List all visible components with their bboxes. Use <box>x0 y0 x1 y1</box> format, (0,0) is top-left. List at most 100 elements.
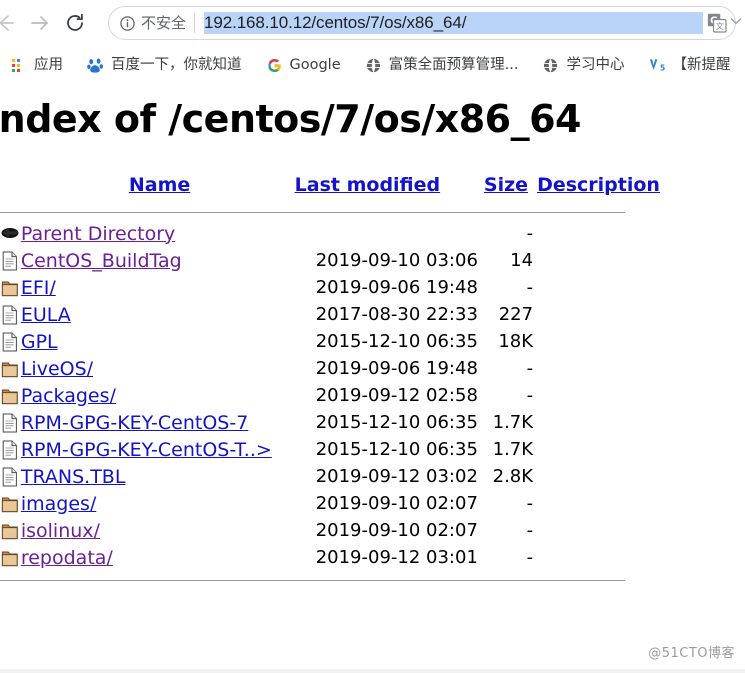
row-name-cell: Packages/ <box>21 382 295 409</box>
row-date-cell: 2019-09-12 03:01 <box>315 547 478 568</box>
url-text[interactable]: 192.168.10.12/centos/7/os/x86_64/ <box>204 12 703 34</box>
row-description-cell <box>533 463 660 490</box>
address-bar[interactable]: 不安全 192.168.10.12/centos/7/os/x86_64/ G … <box>108 6 736 40</box>
row-description-cell <box>533 355 660 382</box>
file-link[interactable]: Packages/ <box>21 385 116 407</box>
folder-icon <box>1 497 18 512</box>
bookmark-label: 学习中心 <box>566 56 625 73</box>
bookmark-apps[interactable]: 应用 <box>4 52 69 78</box>
file-link[interactable]: RPM-GPG-KEY-CentOS-7 <box>21 412 248 434</box>
table-row[interactable]: GPL 2015-12-10 06:35 18K <box>0 328 660 355</box>
bookmark-label: 【新提醒 <box>672 56 731 73</box>
row-size-cell: - <box>526 493 534 514</box>
file-link[interactable]: Parent Directory <box>21 223 175 245</box>
back-arrow-icon <box>0 15 14 31</box>
bookmark-baidu[interactable]: 百度一下，你就知道 <box>81 52 248 78</box>
bookmark-label: 富策全面预算管理... <box>388 56 519 73</box>
row-name-cell: CentOS_BuildTag <box>21 247 295 274</box>
bookmark-google[interactable]: Google <box>260 52 347 78</box>
watermark: @51CTO博客 <box>648 646 735 661</box>
text-file-icon <box>2 332 17 351</box>
row-name-cell: RPM-GPG-KEY-CentOS-7 <box>21 409 295 436</box>
bookmark-v5-forum[interactable]: 5 【新提醒 <box>642 52 736 78</box>
row-icon-cell <box>0 247 21 274</box>
table-row[interactable]: EULA 2017-08-30 22:33 227 <box>0 301 660 328</box>
security-indicator[interactable]: 不安全 <box>119 13 196 33</box>
security-status-text: 不安全 <box>141 13 187 32</box>
table-row[interactable]: EFI/2019-09-06 19:48 - <box>0 274 660 301</box>
row-name-cell: repodata/ <box>21 544 295 571</box>
row-date-cell: 2019-09-06 19:48 <box>315 358 478 379</box>
text-file-icon <box>2 251 17 270</box>
row-size-cell: 1.7K <box>492 412 534 433</box>
horizontal-scrollbar[interactable] <box>0 669 745 673</box>
row-date-cell: 2019-09-10 02:07 <box>315 493 478 514</box>
bookmark-study-center[interactable]: 学习中心 <box>536 52 630 78</box>
table-row[interactable]: Parent Directory - <box>0 220 660 247</box>
bookmark-label: Google <box>289 56 341 73</box>
google-icon <box>267 58 281 72</box>
file-link[interactable]: LiveOS/ <box>21 358 93 380</box>
header-size: Size <box>484 174 533 206</box>
row-name-cell: GPL <box>21 328 295 355</box>
file-link[interactable]: images/ <box>21 493 96 515</box>
row-size-cell: 18K <box>498 331 534 352</box>
folder-icon <box>1 551 18 566</box>
globe-icon <box>366 58 380 72</box>
file-link[interactable]: EFI/ <box>21 277 56 299</box>
forward-button[interactable] <box>24 8 54 38</box>
table-row[interactable]: isolinux/2019-09-10 02:07 - <box>0 517 660 544</box>
row-size-cell: - <box>526 385 534 406</box>
file-link[interactable]: isolinux/ <box>21 520 100 542</box>
row-description-cell <box>533 274 660 301</box>
row-size-cell: 1.7K <box>492 439 534 460</box>
header-divider-cell <box>0 206 660 220</box>
table-row[interactable]: LiveOS/2019-09-06 19:48 - <box>0 355 660 382</box>
folder-icon <box>1 389 18 404</box>
info-circle-icon <box>120 15 135 31</box>
row-description-cell <box>533 490 660 517</box>
row-description-cell <box>533 544 660 571</box>
table-row[interactable]: TRANS.TBL 2019-09-12 03:02 2.8K <box>0 463 660 490</box>
sort-by-description-link[interactable]: Description <box>537 174 660 196</box>
row-date-cell: 2019-09-10 02:07 <box>315 520 478 541</box>
table-row[interactable]: RPM-GPG-KEY-CentOS-T..> 2015-12-10 06:35 1… <box>0 436 660 463</box>
globe-icon <box>544 58 558 72</box>
file-link[interactable]: RPM-GPG-KEY-CentOS-T..> <box>21 439 272 461</box>
table-row[interactable]: repodata/2019-09-12 03:01 - <box>0 544 660 571</box>
header-name: Name <box>21 174 295 206</box>
row-name-cell: Parent Directory <box>21 220 295 247</box>
row-size-cell: 227 <box>498 304 534 325</box>
row-description-cell <box>533 247 660 274</box>
row-icon-cell <box>0 274 21 301</box>
reload-button[interactable] <box>60 8 90 38</box>
apps-grid-icon <box>12 58 20 72</box>
row-icon-cell <box>0 544 21 571</box>
table-row[interactable]: RPM-GPG-KEY-CentOS-7 2015-12-10 06:35 1.7K <box>0 409 660 436</box>
file-link[interactable]: EULA <box>21 304 71 326</box>
row-date-cell: 2017-08-30 22:33 <box>315 304 478 325</box>
table-header-row: Name Last modified Size Description <box>0 174 660 206</box>
chevron-down-icon[interactable] <box>729 14 743 28</box>
row-icon-cell <box>0 355 21 382</box>
table-row[interactable]: CentOS_BuildTag 2019-09-10 03:06 14 <box>0 247 660 274</box>
row-date-cell: 2019-09-10 03:06 <box>315 250 478 271</box>
row-date-cell: 2019-09-12 03:02 <box>315 466 478 487</box>
file-link[interactable]: repodata/ <box>21 547 113 569</box>
file-link[interactable]: TRANS.TBL <box>21 466 126 488</box>
table-row[interactable]: images/2019-09-10 02:07 - <box>0 490 660 517</box>
row-size-cell: 2.8K <box>492 466 534 487</box>
bookmark-fucai-budget[interactable]: 富策全面预算管理... <box>359 52 525 78</box>
row-date-cell: 2015-12-10 06:35 <box>315 331 478 352</box>
back-button[interactable] <box>0 8 20 38</box>
row-description-cell <box>533 436 660 463</box>
file-link[interactable]: GPL <box>21 331 58 353</box>
sort-by-name-link[interactable]: Name <box>129 174 190 196</box>
sort-by-date-link[interactable]: Last modified <box>295 174 440 196</box>
row-icon-cell <box>0 517 21 544</box>
sort-by-size-link[interactable]: Size <box>484 174 528 196</box>
translate-icon[interactable]: G 文 <box>707 13 727 33</box>
file-link[interactable]: CentOS_BuildTag <box>21 250 182 272</box>
row-description-cell <box>533 382 660 409</box>
table-row[interactable]: Packages/2019-09-12 02:58 - <box>0 382 660 409</box>
